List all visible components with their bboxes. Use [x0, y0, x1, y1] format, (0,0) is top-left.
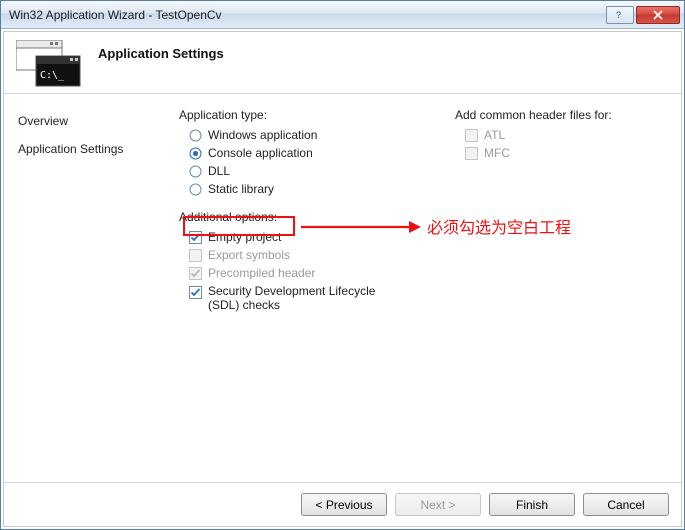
option-label: Security Development Lifecycle (SDL) che…	[208, 284, 408, 312]
option-label: ATL	[484, 128, 505, 142]
cancel-button[interactable]: Cancel	[583, 493, 669, 516]
wizard-header: C:\_ Application Settings	[4, 32, 681, 94]
sidebar-item-label: Overview	[18, 114, 68, 128]
sidebar-item-label: Application Settings	[18, 142, 123, 156]
option-label: Empty project	[208, 230, 281, 244]
option-label: Console application	[208, 146, 313, 160]
option-label: Static library	[208, 182, 274, 196]
apptype-static[interactable]: Static library	[179, 180, 419, 198]
checkbox-icon	[189, 267, 202, 280]
opt-empty-project[interactable]: Empty project	[179, 228, 419, 246]
next-button: Next >	[395, 493, 481, 516]
opt-atl: ATL	[455, 126, 612, 144]
additional-label: Additional options:	[179, 210, 419, 224]
button-label: Finish	[516, 498, 548, 512]
opt-mfc: MFC	[455, 144, 612, 162]
radio-icon	[189, 183, 202, 196]
svg-text:C:\_: C:\_	[40, 70, 65, 81]
opt-sdl-checks[interactable]: Security Development Lifecycle (SDL) che…	[179, 282, 419, 314]
apptype-dll[interactable]: DLL	[179, 162, 419, 180]
svg-text:?: ?	[616, 10, 621, 20]
radio-icon	[189, 165, 202, 178]
radio-icon	[189, 129, 202, 142]
checkbox-icon	[189, 231, 202, 244]
button-label: < Previous	[315, 498, 372, 512]
headers-label: Add common header files for:	[455, 108, 612, 122]
apptype-console[interactable]: Console application	[179, 144, 419, 162]
button-label: Next >	[420, 498, 455, 512]
button-label: Cancel	[607, 498, 644, 512]
sidebar-item-overview[interactable]: Overview	[18, 110, 165, 132]
option-label: Export symbols	[208, 248, 290, 262]
option-label: MFC	[484, 146, 510, 160]
titlebar: Win32 Application Wizard - TestOpenCv ?	[1, 1, 684, 29]
wizard-icon: C:\_	[16, 40, 84, 88]
opt-export-symbols: Export symbols	[179, 246, 419, 264]
opt-precompiled-header: Precompiled header	[179, 264, 419, 282]
option-label: Precompiled header	[208, 266, 315, 280]
close-button[interactable]	[636, 6, 680, 24]
checkbox-icon	[465, 129, 478, 142]
wizard-footer: < Previous Next > Finish Cancel	[4, 482, 681, 526]
previous-button[interactable]: < Previous	[301, 493, 387, 516]
option-label: Windows application	[208, 128, 317, 142]
sidebar-item-application-settings[interactable]: Application Settings	[18, 138, 165, 160]
radio-icon	[189, 147, 202, 160]
page-title: Application Settings	[98, 46, 224, 61]
sidebar: Overview Application Settings	[4, 94, 179, 482]
help-button[interactable]: ?	[606, 6, 634, 24]
apptype-label: Application type:	[179, 108, 419, 122]
window-title: Win32 Application Wizard - TestOpenCv	[9, 8, 604, 22]
checkbox-icon	[465, 147, 478, 160]
finish-button[interactable]: Finish	[489, 493, 575, 516]
checkbox-icon	[189, 286, 202, 299]
option-label: DLL	[208, 164, 230, 178]
checkbox-icon	[189, 249, 202, 262]
apptype-windows[interactable]: Windows application	[179, 126, 419, 144]
